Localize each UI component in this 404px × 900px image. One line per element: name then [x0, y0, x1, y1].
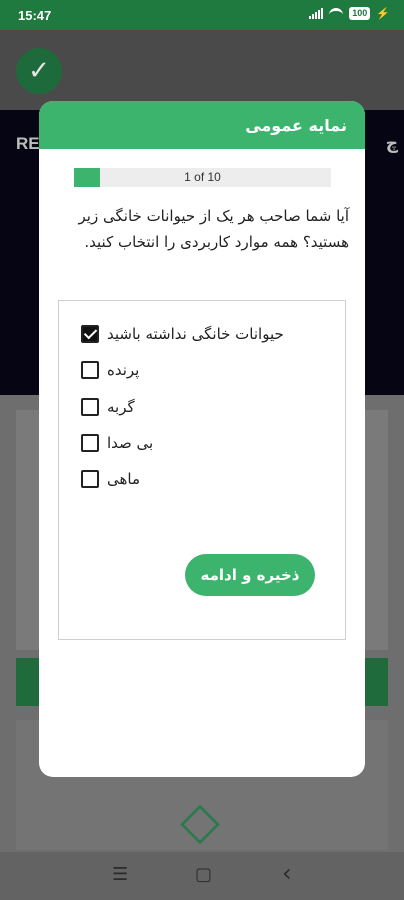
- option-no-pets[interactable]: حیوانات خانگی نداشته باشید: [81, 323, 284, 345]
- progress-bar: 1 of 10: [74, 168, 331, 187]
- menu-icon[interactable]: ☰: [112, 864, 128, 885]
- option-label: پرنده: [107, 361, 140, 379]
- system-nav-bar: ☰ ▢ ‹: [0, 852, 404, 900]
- option-label: حیوانات خانگی نداشته باشید: [107, 325, 284, 343]
- option-label: بی صدا: [107, 434, 154, 452]
- checkbox[interactable]: [81, 361, 99, 379]
- checkbox[interactable]: [81, 470, 99, 488]
- hero-text-right: چ: [385, 134, 398, 154]
- option-cat[interactable]: گربه: [81, 396, 135, 418]
- progress-label: 1 of 10: [184, 170, 221, 184]
- options-box: حیوانات خانگی نداشته باشید پرنده گربه بی…: [58, 300, 346, 640]
- back-icon[interactable]: ‹: [282, 859, 292, 887]
- wifi-icon: [329, 8, 344, 19]
- option-fish[interactable]: ماهی: [81, 468, 140, 490]
- modal-title: نمایه عمومی: [39, 101, 365, 149]
- app-logo-icon: ✓: [16, 48, 62, 94]
- checkbox[interactable]: [81, 398, 99, 416]
- checkbox[interactable]: [81, 434, 99, 452]
- profile-modal: نمایه عمومی 1 of 10 آیا شما صاحب هر یک ا…: [39, 101, 365, 777]
- status-bar: 15:47 100 ⚡: [0, 0, 404, 30]
- option-silent[interactable]: بی صدا: [81, 432, 153, 454]
- option-bird[interactable]: پرنده: [81, 359, 139, 381]
- save-continue-button[interactable]: ذخیره و ادامه: [185, 554, 315, 596]
- option-label: ماهی: [107, 470, 141, 488]
- home-icon[interactable]: ▢: [195, 864, 212, 885]
- option-label: گربه: [107, 398, 135, 416]
- charging-icon: ⚡: [376, 8, 390, 20]
- status-time: 15:47: [18, 8, 52, 23]
- battery-icon: 100: [349, 7, 371, 20]
- question-text: آیا شما صاحب هر یک از حیوانات خانگی زیر …: [78, 207, 349, 251]
- diamond-icon: ◇: [180, 791, 220, 851]
- status-icons: 100 ⚡: [309, 7, 390, 20]
- checkbox[interactable]: [81, 325, 99, 343]
- signal-icon: [309, 8, 324, 19]
- hero-text-left: RE: [16, 134, 40, 153]
- app-header: ✓: [0, 30, 404, 110]
